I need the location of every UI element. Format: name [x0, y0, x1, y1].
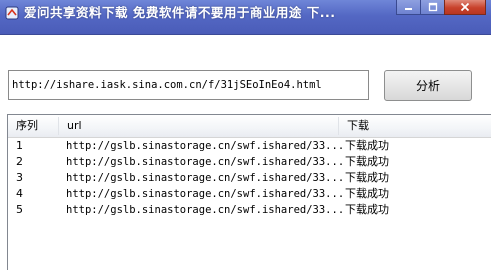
column-header-url[interactable]: url [59, 115, 338, 137]
close-icon [460, 2, 470, 12]
row-index: 4 [16, 187, 23, 200]
row-index: 2 [16, 155, 23, 168]
row-url: http://gslb.sinastorage.cn/swf.ishared/3… [66, 204, 345, 216]
row-status: 下载成功 [345, 139, 389, 152]
list-row[interactable]: 4 http://gslb.sinastorage.cn/swf.ishared… [8, 186, 491, 202]
list-row[interactable]: 2 http://gslb.sinastorage.cn/swf.ishared… [8, 154, 491, 170]
list-body: 1 http://gslb.sinastorage.cn/swf.ishared… [8, 138, 491, 218]
minimize-button[interactable] [396, 0, 421, 15]
list-row[interactable]: 1 http://gslb.sinastorage.cn/swf.ishared… [8, 138, 491, 154]
row-url: http://gslb.sinastorage.cn/swf.ishared/3… [66, 172, 345, 184]
row-index: 1 [16, 139, 23, 152]
list-row[interactable]: 3 http://gslb.sinastorage.cn/swf.ishared… [8, 170, 491, 186]
column-header-index[interactable]: 序列 [8, 115, 58, 137]
row-url: http://gslb.sinastorage.cn/swf.ishared/3… [66, 188, 345, 200]
url-input[interactable] [8, 70, 369, 100]
window-controls [396, 0, 486, 15]
list-row[interactable]: 5 http://gslb.sinastorage.cn/swf.ishared… [8, 202, 491, 218]
row-index: 5 [16, 203, 23, 216]
row-index: 3 [16, 171, 23, 184]
window-title: 爱问共享资料下载 免费软件请不要用于商业用途 下... [24, 5, 336, 20]
list-header: 序列 url 下载 [8, 115, 491, 138]
row-status: 下载成功 [345, 171, 389, 184]
title-bar[interactable]: 爱问共享资料下载 免费软件请不要用于商业用途 下... [0, 0, 491, 35]
row-url: http://gslb.sinastorage.cn/swf.ishared/3… [66, 156, 345, 168]
row-status: 下载成功 [345, 155, 389, 168]
row-status: 下载成功 [345, 203, 389, 216]
row-status: 下载成功 [345, 187, 389, 200]
app-icon [5, 5, 19, 20]
column-header-status[interactable]: 下载 [339, 115, 491, 137]
close-button[interactable] [444, 0, 486, 15]
row-url: http://gslb.sinastorage.cn/swf.ishared/3… [66, 140, 345, 152]
results-list[interactable]: 序列 url 下载 1 http://gslb.sinastorage.cn/s… [7, 114, 491, 270]
maximize-button[interactable] [420, 0, 445, 15]
maximize-icon [428, 2, 437, 12]
analyze-button[interactable]: 分析 [384, 70, 472, 101]
minimize-icon [404, 8, 412, 10]
